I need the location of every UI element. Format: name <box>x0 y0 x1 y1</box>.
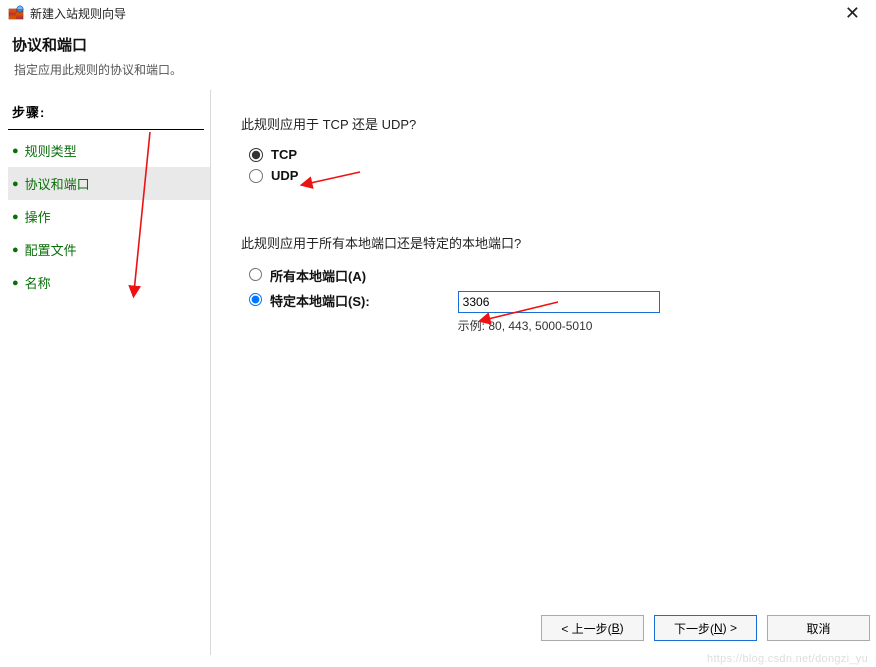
radio-row-udp: UDP <box>249 168 856 183</box>
specific-ports-input[interactable] <box>458 291 660 313</box>
step-label: 名称 <box>25 273 51 292</box>
page-title: 协议和端口 <box>12 34 864 55</box>
bullet-icon: ● <box>12 178 19 190</box>
radio-all-ports-label: 所有本地端口(A) <box>270 266 366 285</box>
radio-tcp-label: TCP <box>271 147 297 162</box>
port-question: 此规则应用于所有本地端口还是特定的本地端口? <box>241 233 856 252</box>
step-name[interactable]: ● 名称 <box>8 266 210 299</box>
bullet-icon: ● <box>12 145 19 157</box>
cancel-button[interactable]: 取消 <box>767 615 870 641</box>
next-button[interactable]: 下一步(N) > <box>654 615 757 641</box>
radio-udp[interactable] <box>249 169 263 183</box>
step-label: 协议和端口 <box>25 174 90 193</box>
back-key: B <box>612 621 620 635</box>
steps-sidebar: 步骤: ● 规则类型 ● 协议和端口 ● 操作 ● 配置文件 ● 名称 <box>0 90 210 655</box>
watermark-text: https://blog.csdn.net/dongzi_yu <box>707 653 868 665</box>
close-button[interactable]: ✕ <box>837 4 868 22</box>
steps-heading: 步骤: <box>8 96 204 130</box>
step-profile[interactable]: ● 配置文件 <box>8 233 210 266</box>
radio-row-tcp: TCP <box>249 147 856 162</box>
radio-all-ports[interactable] <box>249 268 262 281</box>
step-protocol-ports[interactable]: ● 协议和端口 <box>8 167 210 200</box>
radio-tcp[interactable] <box>249 148 263 162</box>
next-key: N <box>714 621 723 635</box>
bullet-icon: ● <box>12 211 19 223</box>
protocol-question: 此规则应用于 TCP 还是 UDP? <box>241 114 856 133</box>
step-label: 操作 <box>25 207 51 226</box>
wizard-content: 此规则应用于 TCP 还是 UDP? TCP UDP 此规则应用于所有本地端口还… <box>210 90 876 655</box>
bullet-icon: ● <box>12 244 19 256</box>
radio-udp-label: UDP <box>271 168 298 183</box>
titlebar: 新建入站规则向导 ✕ <box>0 0 876 26</box>
window-title: 新建入站规则向导 <box>30 5 126 22</box>
next-prefix: 下一步( <box>674 620 714 637</box>
radio-specific-ports[interactable] <box>249 293 262 306</box>
page-subtitle: 指定应用此规则的协议和端口。 <box>14 61 864 78</box>
back-suffix: ) <box>620 621 624 635</box>
port-example-text: 示例: 80, 443, 5000-5010 <box>458 317 660 334</box>
wizard-footer: < 上一步(B) 下一步(N) > 取消 <box>541 615 870 641</box>
back-prefix: < 上一步( <box>561 620 611 637</box>
next-suffix: ) > <box>723 621 737 635</box>
step-label: 配置文件 <box>25 240 77 259</box>
wizard-header: 协议和端口 指定应用此规则的协议和端口。 <box>0 26 876 90</box>
step-action[interactable]: ● 操作 <box>8 200 210 233</box>
step-label: 规则类型 <box>25 141 77 160</box>
step-rule-type[interactable]: ● 规则类型 <box>8 134 210 167</box>
back-button[interactable]: < 上一步(B) <box>541 615 644 641</box>
bullet-icon: ● <box>12 277 19 289</box>
radio-row-all-ports: 所有本地端口(A) <box>249 266 856 285</box>
radio-row-specific-ports: 特定本地端口(S): 示例: 80, 443, 5000-5010 <box>249 291 856 334</box>
radio-specific-ports-label: 特定本地端口(S): <box>270 291 370 310</box>
firewall-icon <box>8 5 24 21</box>
